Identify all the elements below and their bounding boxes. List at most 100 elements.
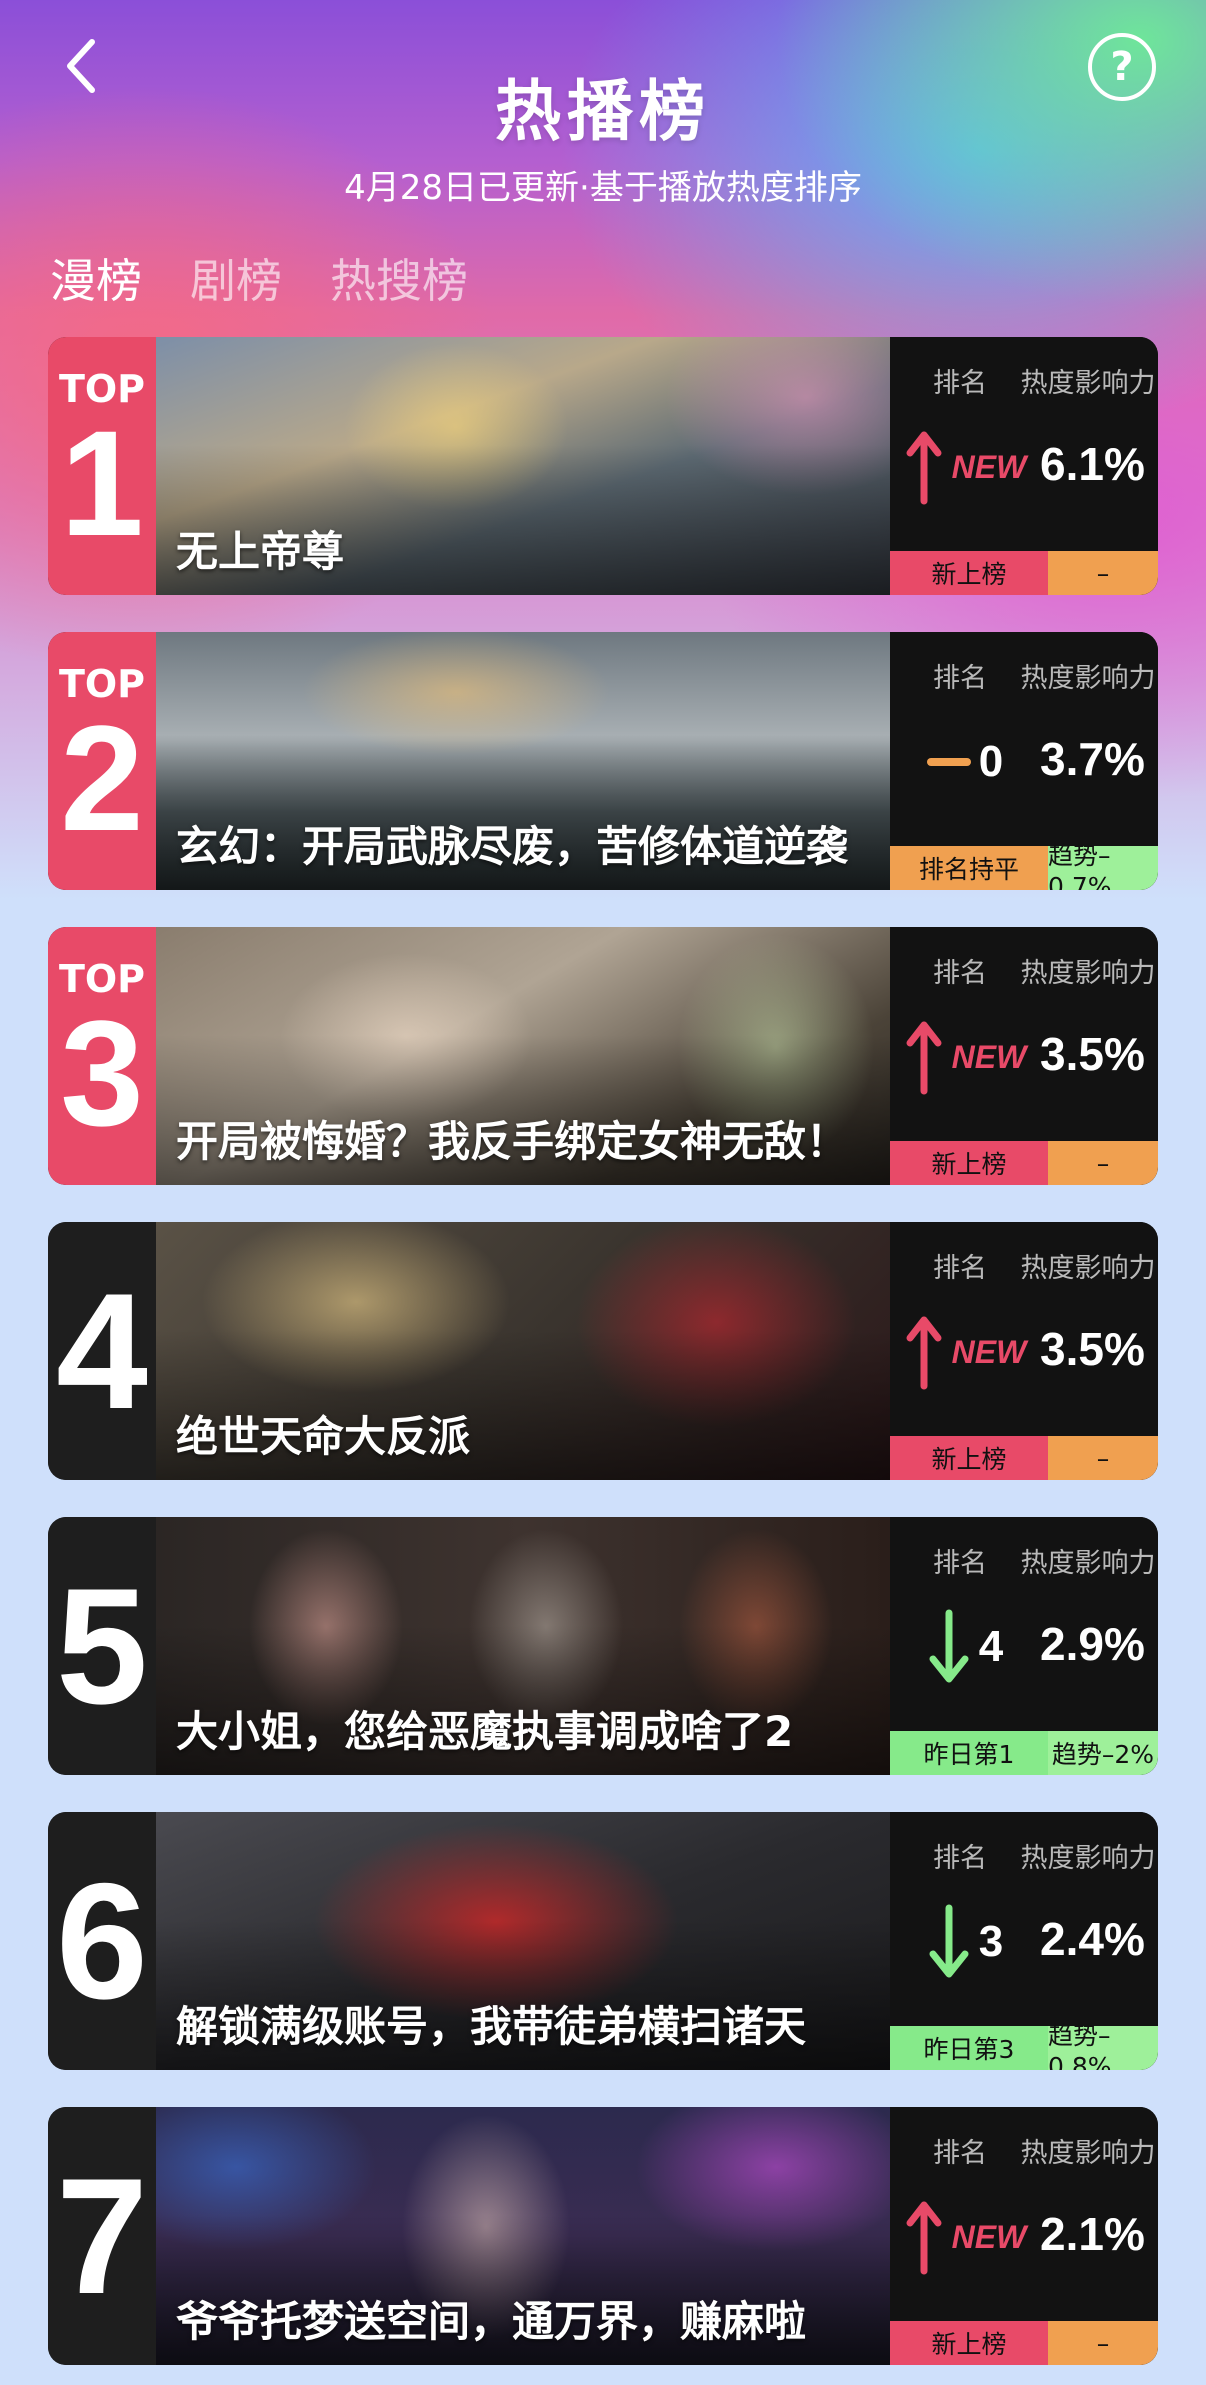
rank-number: 5 [56, 1553, 148, 1738]
footer-status: 新上榜 [890, 2321, 1048, 2365]
rank-badge: 5 [48, 1517, 156, 1775]
rank-header: 排名 [933, 1548, 987, 1579]
trend-footer: 新上榜 – [890, 551, 1158, 595]
heat-header: 热度影响力 [1020, 1253, 1156, 1284]
footer-status: 新上榜 [890, 1436, 1048, 1480]
ranking-card[interactable]: TOP 1 无上帝尊 排名 热度影响力 NEW 6.1% 新上榜 – [48, 337, 1158, 595]
rank-badge: 4 [48, 1222, 156, 1480]
footer-trend: 趋势–2% [1048, 1731, 1158, 1775]
stats-panel: 排名 热度影响力 NEW 6.1% 新上榜 – [890, 337, 1158, 595]
footer-status: 昨日第3 [890, 2026, 1048, 2070]
rank-change: NEW [890, 1307, 1040, 1397]
rank-change: 3 [890, 1897, 1040, 1987]
trend-footer: 排名持平 趋势–0.7% [890, 841, 1158, 890]
heat-value: 2.9% [1040, 1618, 1145, 1670]
stats-panel: 排名 热度影响力 4 2.9% 昨日第1 趋势–2% [890, 1517, 1158, 1775]
rank-badge: TOP 2 [48, 632, 156, 890]
item-title: 爷爷托梦送空间，通万界，赚麻啦 [176, 2296, 807, 2346]
rank-change-value: 4 [978, 1622, 1004, 1671]
stats-panel: 排名 热度影响力 NEW 3.5% 新上榜 – [890, 1222, 1158, 1480]
help-button[interactable]: ? [1088, 33, 1156, 101]
trend-footer: 新上榜 – [890, 2321, 1158, 2365]
arrow-up-icon [906, 2201, 942, 2275]
ranking-card[interactable]: TOP 3 开局被悔婚？我反手绑定女神无敌！ 排名 热度影响力 NEW 3.5%… [48, 927, 1158, 1185]
footer-status: 排名持平 [890, 846, 1048, 890]
stats-panel: 排名 热度影响力 NEW 2.1% 新上榜 – [890, 2107, 1158, 2365]
heat-header: 热度影响力 [1020, 958, 1156, 989]
heat-value: 2.1% [1040, 2208, 1145, 2260]
footer-status: 昨日第1 [890, 1731, 1048, 1775]
trend-footer: 新上榜 – [890, 1436, 1158, 1480]
rank-change: NEW [890, 1012, 1040, 1102]
dash-flat-icon [926, 758, 971, 766]
ranking-tabs: 漫榜 剧榜 热搜榜 [50, 245, 468, 311]
item-title: 绝世天命大反派 [176, 1411, 471, 1461]
item-title: 开局被悔婚？我反手绑定女神无敌！ [176, 1116, 849, 1166]
ranking-card[interactable]: 7 爷爷托梦送空间，通万界，赚麻啦 排名 热度影响力 NEW 2.1% 新上榜 … [48, 2107, 1158, 2365]
rank-header: 排名 [933, 1253, 987, 1284]
rank-badge: 6 [48, 1812, 156, 2070]
ranking-card[interactable]: 6 解锁满级账号，我带徒弟横扫诸天 排名 热度影响力 3 2.4% 昨日第3 趋… [48, 1812, 1158, 2070]
rank-change-value: 0 [978, 737, 1004, 786]
new-badge: NEW [951, 448, 1027, 485]
ranking-card[interactable]: 5 大小姐，您给恶魔执事调成啥了2 排名 热度影响力 4 2.9% 昨日第1 趋… [48, 1517, 1158, 1775]
heat-header: 热度影响力 [1020, 663, 1156, 694]
rank-header: 排名 [933, 2138, 987, 2169]
rank-change: 4 [890, 1602, 1040, 1692]
ranking-card[interactable]: TOP 2 玄幻：开局武脉尽废，苦修体道逆袭 排名 热度影响力 0 3.7% 排… [48, 632, 1158, 890]
ranking-list: TOP 1 无上帝尊 排名 热度影响力 NEW 6.1% 新上榜 – TOP 2… [48, 337, 1158, 2385]
item-title: 解锁满级账号，我带徒弟横扫诸天 [176, 2001, 807, 2051]
arrow-down-icon [929, 1904, 969, 1978]
rank-number: 2 [60, 693, 144, 862]
rank-change: NEW [890, 422, 1040, 512]
footer-trend: 趋势–0.8% [1048, 2021, 1158, 2070]
heat-header: 热度影响力 [1020, 1548, 1156, 1579]
rank-header: 排名 [933, 1843, 987, 1874]
rank-number: 4 [56, 1258, 148, 1443]
rank-change: NEW [890, 2192, 1040, 2282]
rank-number: 6 [56, 1848, 148, 2033]
page-header: 热播榜 ? 4月28日已更新·基于播放热度排序 漫榜 剧榜 热搜榜 [0, 0, 1206, 330]
arrow-up-icon [906, 1316, 942, 1390]
new-badge: NEW [951, 2218, 1027, 2255]
rank-header: 排名 [933, 663, 987, 694]
new-badge: NEW [951, 1038, 1027, 1075]
help-icon: ? [1110, 44, 1134, 90]
rank-badge: 7 [48, 2107, 156, 2365]
footer-trend: – [1048, 1141, 1158, 1185]
heat-value: 3.7% [1040, 733, 1145, 785]
ranking-card[interactable]: 4 绝世天命大反派 排名 热度影响力 NEW 3.5% 新上榜 – [48, 1222, 1158, 1480]
footer-trend: – [1048, 2321, 1158, 2365]
footer-trend: – [1048, 551, 1158, 595]
item-title: 无上帝尊 [176, 526, 345, 576]
heat-header: 热度影响力 [1020, 2138, 1156, 2169]
new-badge: NEW [951, 1333, 1027, 1370]
trend-footer: 新上榜 – [890, 1141, 1158, 1185]
footer-trend: 趋势–0.7% [1048, 841, 1158, 890]
tab-comic-ranking[interactable]: 漫榜 [50, 245, 142, 311]
heat-value: 6.1% [1040, 438, 1145, 490]
arrow-up-icon [906, 1021, 942, 1095]
heat-header: 热度影响力 [1020, 368, 1156, 399]
item-title: 玄幻：开局武脉尽废，苦修体道逆袭 [176, 821, 849, 871]
footer-status: 新上榜 [890, 551, 1048, 595]
page-title: 热播榜 [495, 73, 711, 150]
stats-panel: 排名 热度影响力 0 3.7% 排名持平 趋势–0.7% [890, 632, 1158, 890]
item-title: 大小姐，您给恶魔执事调成啥了2 [176, 1706, 794, 1756]
trend-footer: 昨日第3 趋势–0.8% [890, 2021, 1158, 2070]
tab-hot-search-ranking[interactable]: 热搜榜 [330, 245, 468, 311]
rank-number: 7 [56, 2143, 148, 2328]
stats-panel: 排名 热度影响力 NEW 3.5% 新上榜 – [890, 927, 1158, 1185]
footer-status: 新上榜 [890, 1141, 1048, 1185]
tab-drama-ranking[interactable]: 剧榜 [190, 245, 282, 311]
heat-value: 3.5% [1040, 1323, 1145, 1375]
heat-value: 3.5% [1040, 1028, 1145, 1080]
rank-number: 3 [60, 988, 144, 1157]
rank-change-value: 3 [978, 1917, 1004, 1966]
update-subtitle: 4月28日已更新·基于播放热度排序 [344, 168, 862, 208]
rank-badge: TOP 1 [48, 337, 156, 595]
arrow-down-icon [929, 1609, 969, 1683]
stats-panel: 排名 热度影响力 3 2.4% 昨日第3 趋势–0.8% [890, 1812, 1158, 2070]
footer-trend: – [1048, 1436, 1158, 1480]
heat-value: 2.4% [1040, 1913, 1145, 1965]
